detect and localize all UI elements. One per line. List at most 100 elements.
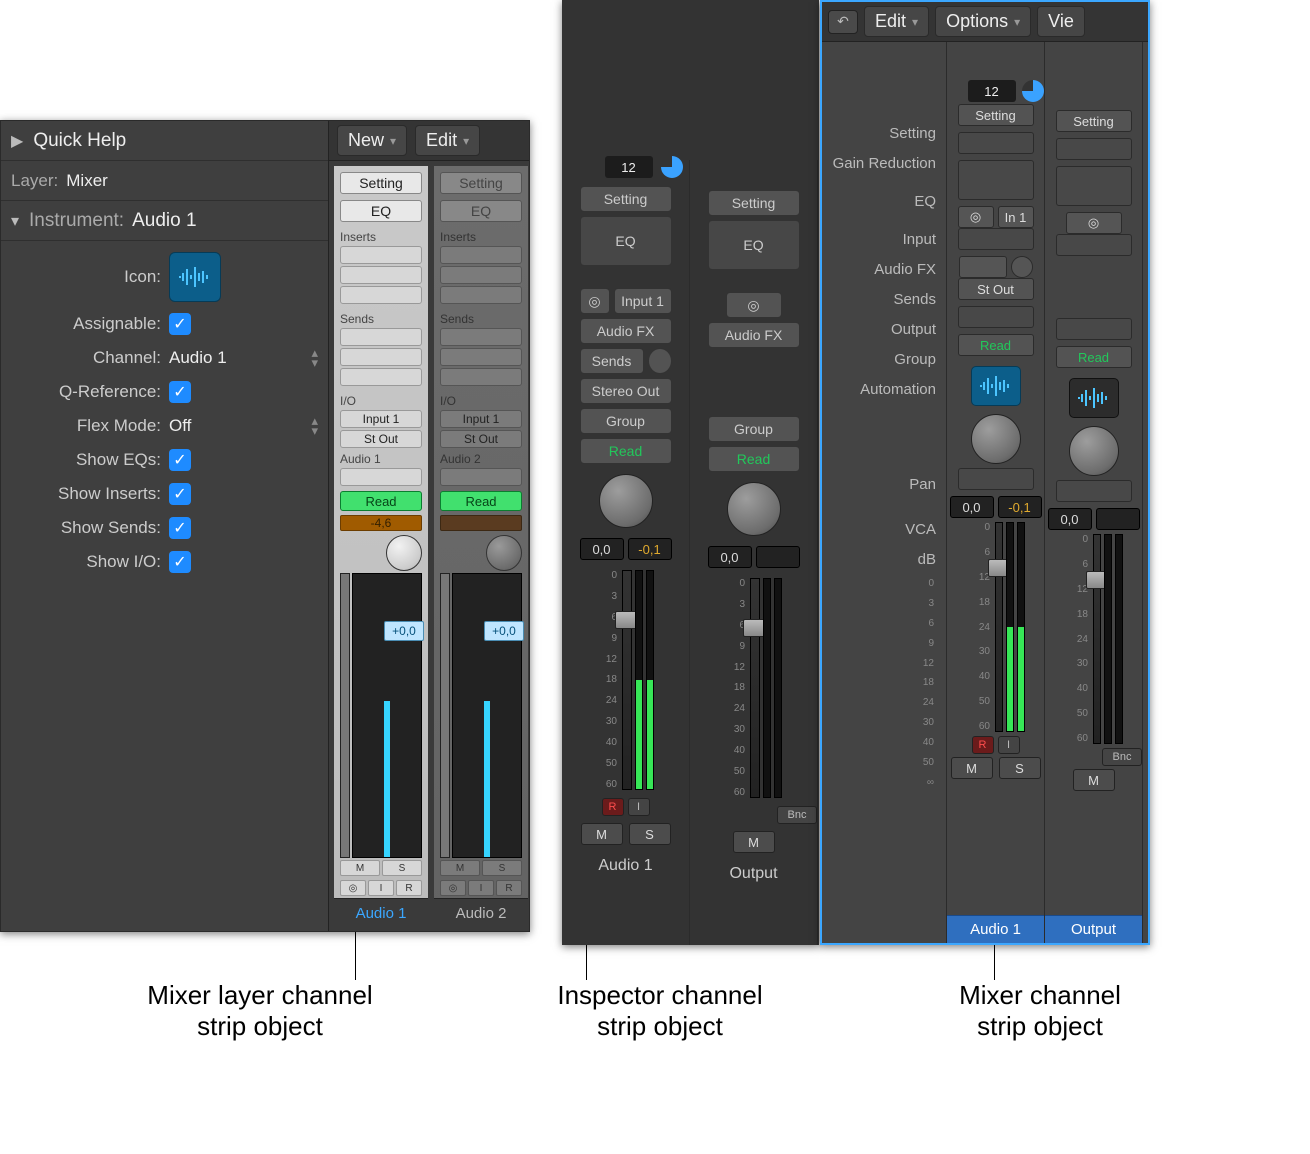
- input-select[interactable]: Input 1: [614, 288, 672, 314]
- midi-channel-display[interactable]: 12: [968, 80, 1016, 102]
- output-select[interactable]: St Out: [958, 278, 1034, 300]
- show-sends-checkbox[interactable]: ✓: [169, 517, 191, 539]
- group-slot[interactable]: [340, 468, 422, 486]
- eq-button[interactable]: EQ: [708, 220, 800, 270]
- setting-button[interactable]: Setting: [340, 172, 422, 194]
- mute-button[interactable]: M: [733, 831, 775, 853]
- options-menu[interactable]: Options ▾: [935, 6, 1031, 37]
- instrument-header[interactable]: ▾ Instrument: Audio 1: [1, 201, 328, 241]
- send-knob[interactable]: [648, 348, 672, 374]
- volume-fader[interactable]: [340, 573, 350, 858]
- send-slot[interactable]: [340, 348, 422, 366]
- insert-slot[interactable]: [340, 246, 422, 264]
- pan-knob[interactable]: [386, 535, 422, 571]
- setting-button[interactable]: Setting: [440, 172, 522, 194]
- strip-name-tab[interactable]: Audio 1: [947, 915, 1044, 943]
- stereo-format-button[interactable]: ◎: [440, 880, 466, 896]
- volume-fader[interactable]: [750, 578, 760, 798]
- input-slot[interactable]: Input 1: [340, 410, 422, 428]
- audiofx-slot[interactable]: [958, 228, 1034, 250]
- input-monitor-button[interactable]: I: [628, 798, 650, 816]
- group-slot[interactable]: [1056, 318, 1132, 340]
- hierarchy-up-icon[interactable]: ↶: [828, 10, 858, 34]
- track-icon[interactable]: [1069, 378, 1119, 418]
- solo-button[interactable]: S: [382, 860, 422, 876]
- mute-button[interactable]: M: [340, 860, 380, 876]
- input-format-button[interactable]: ◎: [1066, 212, 1122, 234]
- group-slot[interactable]: [958, 306, 1034, 328]
- eq-button[interactable]: EQ: [440, 200, 522, 222]
- midi-channel-display[interactable]: 12: [605, 156, 653, 178]
- eq-thumbnail[interactable]: [958, 160, 1034, 200]
- input-format-button[interactable]: ◎: [958, 206, 994, 228]
- input-slot[interactable]: Input 1: [440, 410, 522, 428]
- volume-fader[interactable]: [1093, 534, 1101, 744]
- audiofx-button[interactable]: Audio FX: [580, 318, 672, 344]
- audiofx-button[interactable]: Audio FX: [708, 322, 800, 348]
- pan-knob[interactable]: [599, 474, 653, 528]
- setting-button[interactable]: Setting: [958, 104, 1034, 126]
- input-format-button[interactable]: ◎: [726, 292, 782, 318]
- db-value[interactable]: 0,0: [708, 546, 752, 568]
- record-enable-button[interactable]: R: [972, 736, 994, 754]
- quick-help-header[interactable]: ▶ Quick Help: [1, 121, 328, 161]
- solo-button[interactable]: S: [629, 823, 671, 845]
- strip-name[interactable]: Output: [729, 865, 777, 883]
- insert-slot[interactable]: [340, 286, 422, 304]
- setting-button[interactable]: Setting: [1056, 110, 1132, 132]
- mixer-strip-audio1[interactable]: 12 Setting ◎ In 1 St Out Read: [947, 42, 1045, 943]
- eq-button[interactable]: EQ: [340, 200, 422, 222]
- audiofx-slot[interactable]: [1056, 234, 1132, 256]
- send-slot[interactable]: [340, 368, 422, 386]
- record-enable-button[interactable]: R: [396, 880, 422, 896]
- db-value[interactable]: 0,0: [950, 496, 994, 518]
- automation-mode[interactable]: Read: [1056, 346, 1132, 368]
- insert-slot[interactable]: [440, 286, 522, 304]
- input-select[interactable]: In 1: [998, 206, 1034, 228]
- volume-fader[interactable]: [440, 573, 450, 858]
- solo-button[interactable]: S: [482, 860, 522, 876]
- input-monitor-button[interactable]: I: [998, 736, 1020, 754]
- eq-button[interactable]: EQ: [580, 216, 672, 266]
- send-knob[interactable]: [1011, 256, 1033, 278]
- pan-knob[interactable]: [486, 535, 522, 571]
- setting-button[interactable]: Setting: [580, 186, 672, 212]
- group-button[interactable]: Group: [580, 408, 672, 434]
- mute-button[interactable]: M: [1073, 769, 1115, 791]
- automation-mode[interactable]: Read: [708, 446, 800, 472]
- mute-button[interactable]: M: [440, 860, 480, 876]
- bounce-button[interactable]: Bnc: [1102, 748, 1142, 766]
- db-value[interactable]: 0,0: [1048, 508, 1092, 530]
- mute-button[interactable]: M: [581, 823, 623, 845]
- send-slot[interactable]: [440, 328, 522, 346]
- pan-knob[interactable]: [971, 414, 1021, 464]
- show-eqs-checkbox[interactable]: ✓: [169, 449, 191, 471]
- inspector-strip-output[interactable]: Setting EQ ◎ Audio FX Group Read 0,0 036…: [690, 160, 818, 945]
- insert-slot[interactable]: [340, 266, 422, 284]
- track-icon[interactable]: [971, 366, 1021, 406]
- view-menu[interactable]: Vie: [1037, 6, 1085, 37]
- input-monitor-button[interactable]: I: [468, 880, 494, 896]
- vca-slot[interactable]: [1056, 480, 1132, 502]
- insert-slot[interactable]: [440, 266, 522, 284]
- new-menu[interactable]: New ▾: [337, 125, 407, 156]
- strip-name[interactable]: Audio 2: [434, 898, 528, 930]
- output-slot[interactable]: St Out: [440, 430, 522, 448]
- setting-button[interactable]: Setting: [708, 190, 800, 216]
- record-enable-button[interactable]: R: [602, 798, 624, 816]
- qref-checkbox[interactable]: ✓: [169, 381, 191, 403]
- edit-menu[interactable]: Edit ▾: [415, 125, 480, 156]
- mute-button[interactable]: M: [951, 757, 993, 779]
- send-slot[interactable]: [440, 348, 522, 366]
- mixer-strip-output[interactable]: Setting ◎ Read 0,0: [1045, 42, 1143, 943]
- flex-select[interactable]: Off ▴▾: [169, 416, 318, 436]
- stereo-format-button[interactable]: ◎: [340, 880, 366, 896]
- group-slot[interactable]: [440, 468, 522, 486]
- show-inserts-checkbox[interactable]: ✓: [169, 483, 191, 505]
- strip-name[interactable]: Audio 1: [334, 898, 428, 930]
- edit-menu[interactable]: Edit ▾: [864, 6, 929, 37]
- assignable-checkbox[interactable]: ✓: [169, 313, 191, 335]
- channel-select[interactable]: Audio 1 ▴▾: [169, 348, 318, 368]
- automation-mode[interactable]: Read: [958, 334, 1034, 356]
- volume-fader[interactable]: [622, 570, 632, 790]
